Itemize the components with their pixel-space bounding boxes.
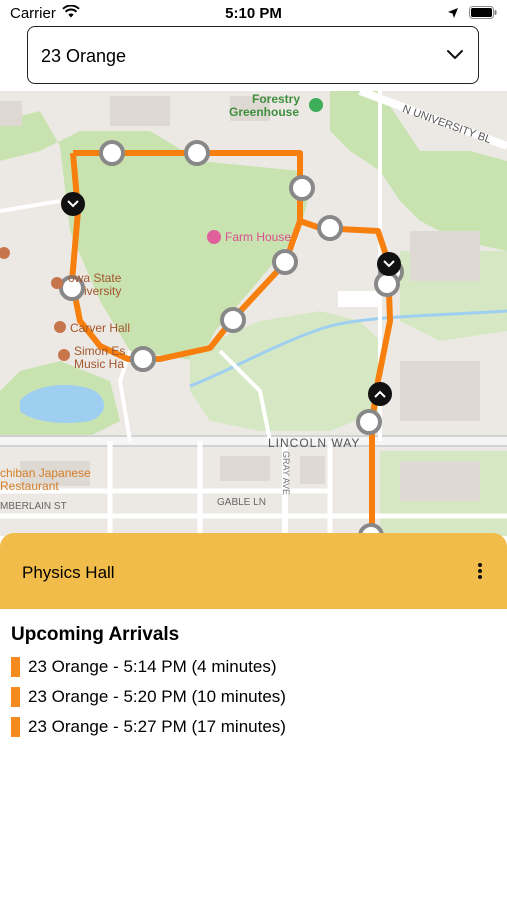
forestry-greenhouse-label-2: Greenhouse (229, 105, 300, 119)
arrival-text: 23 Orange - 5:14 PM (4 minutes) (28, 657, 277, 676)
university-poi-icon (51, 277, 63, 289)
simon-estes-label-2: Music Ha (74, 357, 125, 371)
carver-hall-label: Carver Hall (70, 321, 131, 335)
iowa-state-label-1: owa State (68, 271, 122, 285)
route-selector-value: 23 Orange (41, 46, 127, 66)
music-hall-poi-icon (58, 349, 70, 361)
map-stop-marker[interactable] (317, 215, 343, 241)
farm-house-label: Farm House (225, 230, 292, 244)
status-right (447, 6, 497, 24)
iowa-state-label-2: iversity (84, 284, 122, 298)
map-stop-marker[interactable] (99, 140, 125, 166)
map-stop-marker[interactable] (272, 249, 298, 275)
simon-estes-label-1: Simon Es (74, 344, 126, 358)
stop-name: Physics Hall (22, 563, 115, 582)
map-stop-marker[interactable] (220, 307, 246, 333)
bus-down-marker-icon[interactable] (61, 192, 85, 216)
map-stop-marker[interactable] (184, 140, 210, 166)
chamberlain-label: MBERLAIN ST (0, 501, 67, 512)
route-selector[interactable]: 23 Orange (27, 26, 479, 84)
greenhouse-poi-icon (309, 98, 323, 112)
ichiban-label-1: chiban Japanese (0, 466, 91, 480)
status-bar: Carrier 5:10 PM (0, 0, 507, 28)
arrival-item[interactable]: 23 Orange - 5:27 PM (17 minutes) (11, 712, 501, 742)
map-stop-marker[interactable] (130, 346, 156, 372)
map-stop-marker[interactable] (356, 409, 382, 435)
ichiban-label-2: Restaurant (0, 479, 59, 493)
map-stop-marker[interactable] (374, 271, 400, 297)
arrivals-title: Upcoming Arrivals (11, 624, 180, 645)
route-color-swatch (11, 687, 20, 707)
gable-ln-label: GABLE LN (217, 497, 266, 508)
battery-icon (469, 6, 497, 24)
gray-ave-label: GRAY AVE (281, 451, 291, 496)
arrival-text: 23 Orange - 5:20 PM (10 minutes) (28, 687, 286, 706)
carver-hall-poi-icon (54, 321, 66, 333)
arrival-text: 23 Orange - 5:27 PM (17 minutes) (28, 717, 286, 736)
map-stop-marker[interactable] (289, 175, 315, 201)
map-view[interactable]: Forestry Greenhouse N UNIVERSITY BL Farm… (0, 91, 507, 536)
more-vertical-icon[interactable] (475, 561, 485, 581)
lincoln-way-label: LINCOLN WAY (268, 436, 361, 450)
stop-header-bar[interactable]: Physics Hall (0, 533, 507, 609)
route-color-swatch (11, 657, 20, 677)
bus-down-marker-icon[interactable] (377, 252, 401, 276)
bus-up-marker-icon[interactable] (368, 382, 392, 406)
farm-house-poi-icon (207, 230, 221, 244)
route-color-swatch (11, 717, 20, 737)
arrival-item[interactable]: 23 Orange - 5:14 PM (4 minutes) (11, 652, 501, 682)
chevron-down-icon (446, 47, 464, 65)
arrival-item[interactable]: 23 Orange - 5:20 PM (10 minutes) (11, 682, 501, 712)
status-time: 5:10 PM (225, 5, 282, 22)
forestry-greenhouse-label-1: Forestry (252, 92, 301, 106)
location-arrow-icon (447, 6, 459, 24)
upcoming-arrivals-section: Upcoming Arrivals 23 Orange - 5:14 PM (4… (11, 624, 501, 742)
